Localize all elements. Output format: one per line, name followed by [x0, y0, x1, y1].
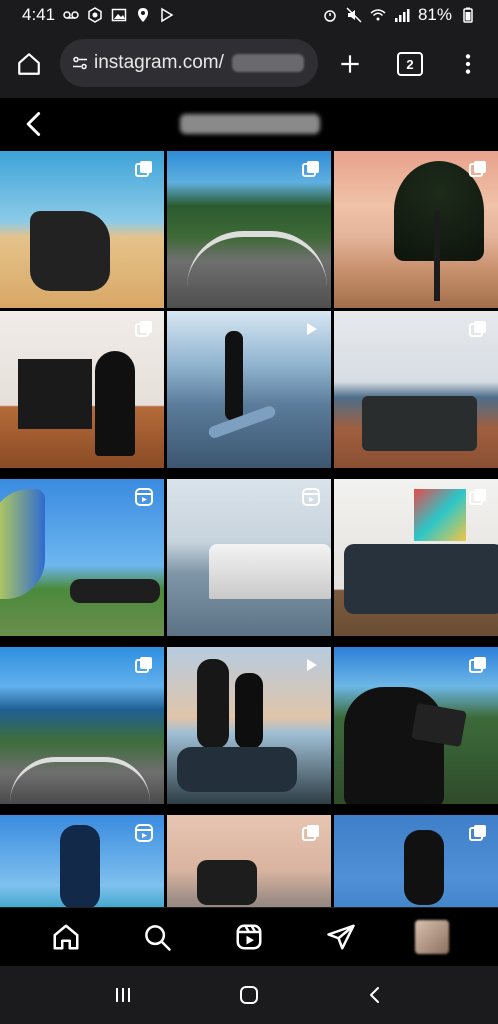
settings-hex-icon: [87, 7, 103, 23]
carousel-icon: [468, 159, 488, 179]
post-tile[interactable]: [167, 479, 331, 636]
post-tile[interactable]: [0, 311, 164, 468]
post-tile[interactable]: [334, 647, 498, 804]
post-tile[interactable]: [334, 311, 498, 468]
nav-home[interactable]: [48, 919, 84, 955]
carousel-icon: [134, 319, 154, 339]
carousel-icon: [301, 159, 321, 179]
video-icon: [301, 655, 321, 675]
reels-icon: [134, 823, 154, 843]
url-redacted: [231, 54, 304, 72]
tab-switcher-button[interactable]: 2: [389, 43, 431, 85]
signal-icon: [394, 7, 410, 23]
post-tile[interactable]: [334, 151, 498, 308]
instagram-bottom-nav: [0, 907, 498, 965]
post-tile[interactable]: [0, 647, 164, 804]
browser-home-button[interactable]: [8, 43, 50, 85]
back-arrow-icon[interactable]: [20, 110, 48, 138]
profile-header: [0, 98, 498, 150]
reels-icon: [236, 924, 262, 949]
reels-icon: [301, 487, 321, 507]
carousel-icon: [468, 823, 488, 843]
direct-icon: [326, 924, 355, 949]
recents-button[interactable]: [103, 975, 143, 1015]
url-text: instagram.com/: [94, 52, 224, 73]
post-tile[interactable]: [334, 479, 498, 636]
post-grid: [0, 151, 498, 907]
post-tile[interactable]: [167, 151, 331, 308]
android-navigation-bar: [0, 966, 498, 1024]
back-icon: [370, 987, 379, 1003]
profile-avatar: [415, 919, 450, 954]
search-icon: [145, 924, 172, 951]
location-icon: [135, 7, 151, 23]
video-icon: [301, 319, 321, 339]
play-store-icon: [159, 7, 175, 23]
image-icon: [111, 7, 127, 23]
mute-icon: [346, 7, 362, 23]
more-vertical-icon: [465, 54, 471, 74]
carousel-icon: [134, 159, 154, 179]
nav-search[interactable]: [139, 919, 175, 955]
battery-icon: [460, 7, 476, 23]
battery-percent: 81%: [417, 5, 452, 24]
username-redacted: [180, 114, 320, 134]
post-tile[interactable]: [0, 151, 164, 308]
home-icon: [53, 924, 79, 949]
carousel-icon: [468, 487, 488, 507]
carousel-icon: [301, 823, 321, 843]
status-bar: 4:41 81%: [0, 0, 498, 30]
post-tile[interactable]: [167, 311, 331, 468]
voicemail-icon: [63, 7, 79, 23]
carousel-icon: [134, 655, 154, 675]
home-outline-icon: [18, 53, 40, 75]
post-tile[interactable]: [0, 479, 164, 636]
wifi-icon: [370, 7, 386, 23]
carousel-icon: [468, 319, 488, 339]
post-tile[interactable]: [167, 815, 331, 907]
carousel-icon: [468, 655, 488, 675]
new-tab-button[interactable]: [329, 43, 371, 85]
browser-menu-button[interactable]: [447, 43, 489, 85]
back-button[interactable]: [355, 975, 395, 1015]
browser-toolbar: instagram.com/ 2: [0, 30, 498, 98]
tabs-count: 2: [397, 52, 423, 76]
url-bar[interactable]: instagram.com/: [60, 39, 318, 87]
alarm-icon: [322, 7, 338, 23]
nav-reels[interactable]: [231, 919, 267, 955]
home-button[interactable]: [229, 975, 269, 1015]
reels-icon: [134, 487, 154, 507]
home-button-icon: [240, 986, 258, 1004]
nav-direct[interactable]: [323, 919, 359, 955]
post-tile[interactable]: [0, 815, 164, 907]
post-tile[interactable]: [167, 647, 331, 804]
recents-icon: [116, 988, 130, 1002]
site-settings-icon[interactable]: [72, 55, 88, 71]
status-time: 4:41: [22, 5, 56, 24]
plus-icon: [341, 55, 359, 73]
post-tile[interactable]: [334, 815, 498, 907]
nav-profile[interactable]: [414, 919, 450, 955]
